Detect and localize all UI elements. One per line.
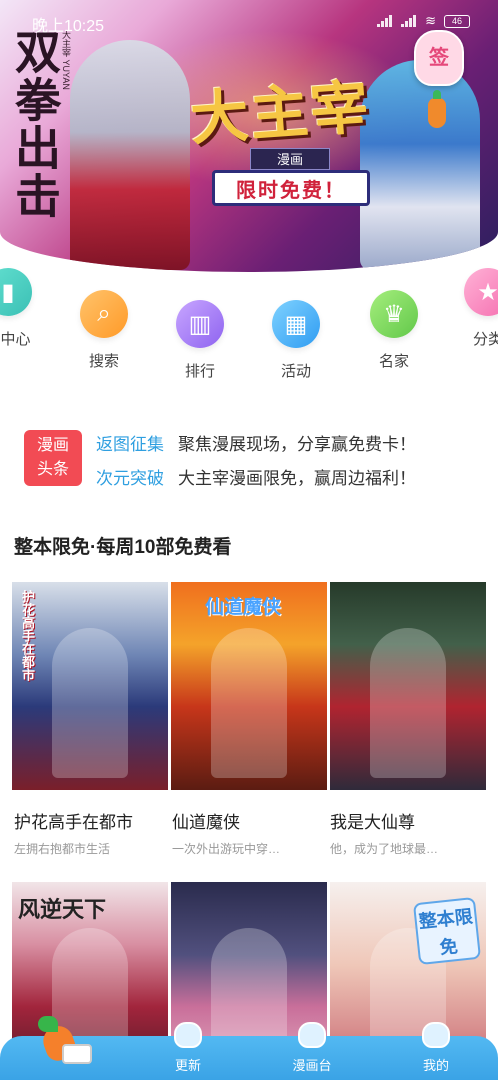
- comic-description: 左拥右抱都市生活: [14, 842, 111, 856]
- news-item[interactable]: 返图征集 聚焦漫展现场，分享赢免费卡！: [96, 430, 416, 455]
- signal-icon: [401, 15, 417, 27]
- battery-icon: 46: [444, 14, 470, 28]
- nav-comic-station[interactable]: 漫画台: [262, 1022, 362, 1080]
- shortcut-label: 活动: [280, 363, 311, 380]
- welfare-icon: ▮: [0, 268, 32, 316]
- news-badge-line2: 头条: [36, 461, 69, 478]
- comic-cover[interactable]: 仙道魔侠: [171, 582, 327, 790]
- hero-promo: 限时免费！: [212, 170, 370, 206]
- search-icon: ⌕: [80, 290, 128, 338]
- star-icon: ★: [464, 268, 498, 316]
- news-item-tag: 返图征集: [96, 435, 164, 454]
- nav-label: 更新: [174, 1058, 201, 1073]
- news-item-text: 聚焦漫展现场，分享赢免费卡！: [178, 435, 416, 454]
- comic-cover[interactable]: [330, 582, 486, 790]
- profile-icon: [422, 1022, 450, 1048]
- comic-cover[interactable]: 护花高手在都市: [12, 582, 168, 790]
- comic-title[interactable]: 护花高手在都市: [14, 808, 133, 833]
- shortcut-activity[interactable]: ▦ 活动: [260, 300, 332, 381]
- update-icon: [174, 1022, 202, 1048]
- cover-text: 仙道魔侠: [205, 597, 282, 618]
- cover-art: [370, 628, 446, 778]
- comic-title[interactable]: 仙道魔侠: [172, 808, 240, 833]
- nav-updates[interactable]: 更新: [138, 1022, 238, 1080]
- shortcut-label: 利中心: [0, 331, 31, 348]
- master-icon: ♛: [370, 290, 418, 338]
- comic-description: 一次外出游玩中穿…: [172, 842, 281, 856]
- nav-label: 漫画台: [292, 1058, 332, 1073]
- cover-text: 风逆天下: [18, 897, 107, 923]
- home-box-icon: [62, 1044, 92, 1064]
- cover-art: [52, 628, 128, 778]
- status-time: 晚上10:25: [32, 18, 105, 35]
- news-badge: 漫画 头条: [24, 430, 82, 486]
- leaf-icon: [38, 1016, 58, 1032]
- cover-text: 护花高手在都市: [20, 590, 35, 681]
- shortcut-label: 名家: [378, 353, 409, 370]
- hero-character-right: [360, 60, 480, 270]
- news-item-tag: 次元突破: [96, 469, 164, 488]
- comic-title[interactable]: 我是大仙尊: [330, 808, 415, 833]
- carrot-icon: [428, 90, 446, 128]
- hero-tag: 漫画: [250, 148, 330, 170]
- news-item[interactable]: 次元突破 大主宰漫画限免，赢周边福利！: [96, 464, 416, 489]
- rank-icon: ▥: [176, 300, 224, 348]
- station-icon: [298, 1022, 326, 1048]
- shortcut-rank[interactable]: ▥ 排行: [164, 300, 236, 381]
- sign-in-label: 签: [429, 47, 449, 69]
- hero-vertical-title: 双拳出击: [8, 28, 62, 220]
- shortcut-row: ▮ 利中心 ⌕ 搜索 ▥ 排行 ▦ 活动 ♛ 名家 ★ 分类: [0, 268, 498, 392]
- status-icons: ≋ 46: [377, 13, 470, 29]
- shortcut-category[interactable]: ★ 分类: [452, 268, 498, 349]
- nav-mine[interactable]: 我的: [386, 1022, 486, 1080]
- shortcut-search[interactable]: ⌕ 搜索: [68, 290, 140, 371]
- calendar-icon: ▦: [272, 300, 320, 348]
- news-badge-line1: 漫画: [36, 437, 69, 454]
- news-ticker: 漫画 头条 返图征集 聚焦漫展现场，分享赢免费卡！ 次元突破 大主宰漫画限免，赢周边…: [24, 428, 484, 488]
- hero-character-left: [70, 40, 190, 270]
- cover-text: 整本限免: [412, 896, 482, 966]
- shortcut-masters[interactable]: ♛ 名家: [358, 290, 430, 371]
- hero-vertical-subtitle: 大主宰 YUYAN: [61, 30, 71, 90]
- shortcut-label: 排行: [184, 363, 215, 380]
- nav-home[interactable]: [34, 1016, 94, 1072]
- wifi-icon: ≋: [425, 13, 436, 28]
- news-item-text: 大主宰漫画限免，赢周边福利！: [178, 469, 416, 488]
- section-title: 整本限免·每周10部免费看: [14, 537, 232, 558]
- signal-icon: [377, 15, 393, 27]
- comic-description: 他，成为了地球最…: [330, 842, 439, 856]
- shortcut-label: 搜索: [88, 353, 119, 370]
- cover-art: [211, 628, 287, 778]
- shortcut-welfare[interactable]: ▮ 利中心: [0, 268, 44, 349]
- shortcut-label: 分类: [472, 331, 498, 348]
- hero-main-title: 大主宰: [188, 72, 373, 154]
- sign-in-button[interactable]: 签: [414, 30, 464, 86]
- nav-label: 我的: [422, 1058, 449, 1073]
